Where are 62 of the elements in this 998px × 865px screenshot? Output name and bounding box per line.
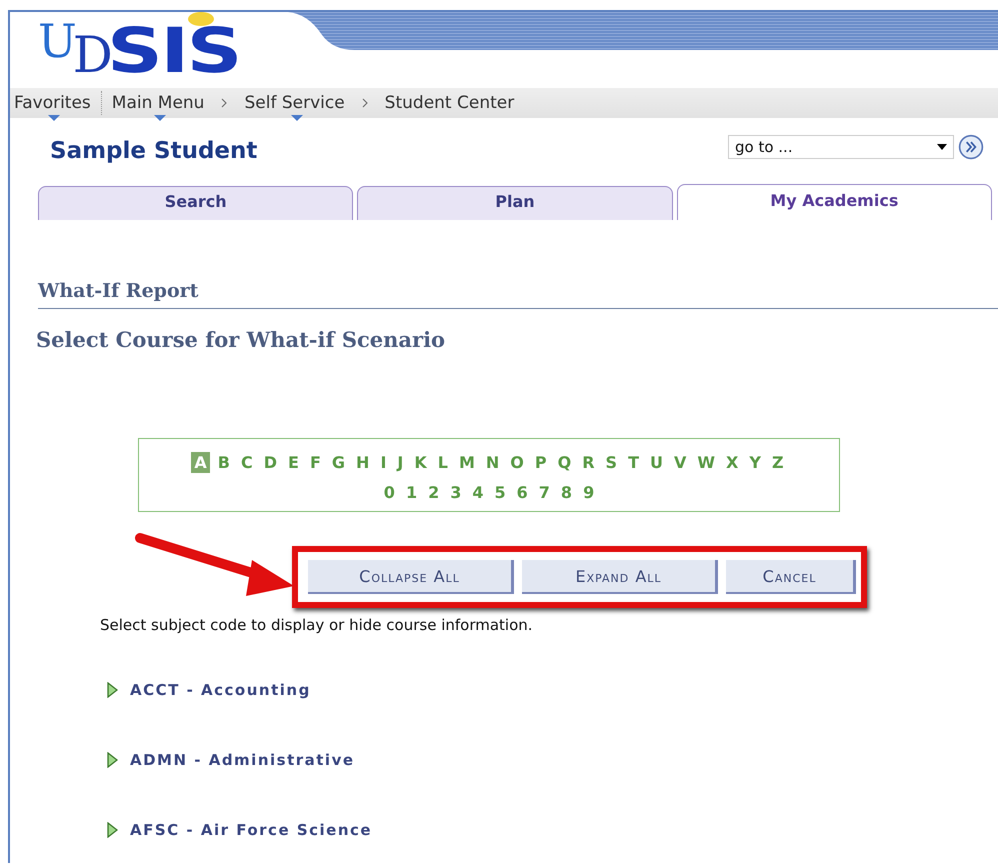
letter-link[interactable]: Z (768, 452, 787, 472)
letter-link[interactable]: N (482, 452, 502, 472)
letter-link[interactable]: E (285, 452, 302, 472)
expand-triangle-icon[interactable] (106, 822, 118, 838)
instruction-text: Select subject code to display or hide course information. (100, 616, 534, 634)
digit-link[interactable]: 7 (536, 482, 553, 502)
breadcrumb-link[interactable]: Self Service (244, 92, 345, 114)
page-title: Select Course for What-if Scenario (36, 327, 446, 352)
letter-link[interactable]: T (625, 452, 642, 472)
chevron-icon (360, 98, 369, 108)
letter-link[interactable]: X (723, 452, 742, 472)
digit-link[interactable]: 4 (469, 482, 486, 502)
letter-link[interactable]: I (377, 452, 390, 472)
letter-link[interactable]: D (260, 452, 280, 472)
report-title: What-If Report (38, 280, 998, 309)
digit-link[interactable]: 3 (447, 482, 464, 502)
digit-link[interactable]: 1 (402, 482, 420, 502)
letter-link[interactable]: R (579, 452, 598, 472)
letter-link[interactable]: H (353, 452, 372, 472)
breadcrumb-link[interactable]: Main Menu (112, 92, 204, 114)
subject-link[interactable]: ADMN - Administrative (130, 751, 355, 769)
letter-link[interactable]: B (214, 452, 233, 472)
expand-triangle-icon[interactable] (106, 752, 118, 768)
letter-link[interactable]: U (647, 452, 666, 472)
letter-link[interactable]: F (306, 452, 324, 472)
dropdown-caret-icon[interactable] (937, 144, 947, 150)
action-button[interactable]: Collapse All (308, 560, 514, 594)
letter-link[interactable]: Q (554, 452, 574, 472)
letter-link[interactable]: G (328, 452, 348, 472)
letter-link[interactable]: A (191, 452, 210, 472)
letter-link[interactable]: Y (746, 452, 764, 472)
letter-link[interactable]: K (411, 452, 430, 472)
subject-link[interactable]: AFSC - Air Force Science (130, 821, 372, 839)
go-icon[interactable] (958, 134, 984, 160)
breadcrumb-link[interactable]: Favorites (14, 92, 91, 114)
subject-link[interactable]: ACCT - Accounting (130, 681, 311, 699)
goto-dropdown[interactable]: go to ... (728, 135, 954, 159)
digit-link[interactable]: 6 (514, 482, 531, 502)
letter-link[interactable]: V (671, 452, 690, 472)
digit-link[interactable]: 9 (580, 482, 598, 502)
tab[interactable]: My Academics (676, 184, 992, 220)
digit-link[interactable]: 0 (380, 482, 398, 502)
letter-link[interactable]: C (238, 452, 256, 472)
letter-link[interactable]: M (456, 452, 478, 472)
letter-link[interactable]: W (694, 452, 718, 472)
letter-link[interactable]: J (394, 452, 406, 472)
action-button[interactable]: Cancel (726, 560, 856, 594)
digit-link[interactable]: 2 (425, 482, 442, 502)
logo: UDSIS (38, 12, 241, 82)
tab[interactable]: Plan (357, 186, 673, 220)
tab[interactable]: Search (38, 186, 354, 220)
expand-triangle-icon[interactable] (106, 682, 118, 698)
digit-link[interactable]: 8 (558, 482, 576, 502)
digit-link[interactable]: 5 (492, 482, 509, 502)
breadcrumb-link[interactable]: Student Center (384, 92, 514, 114)
student-name: Sample Student (50, 138, 258, 164)
letter-link[interactable]: P (532, 452, 550, 472)
chevron-icon (220, 98, 228, 108)
letter-link[interactable]: S (602, 452, 620, 472)
letter-link[interactable]: O (507, 452, 527, 472)
action-button[interactable]: Expand All (522, 560, 718, 594)
letter-link[interactable]: L (434, 452, 451, 472)
